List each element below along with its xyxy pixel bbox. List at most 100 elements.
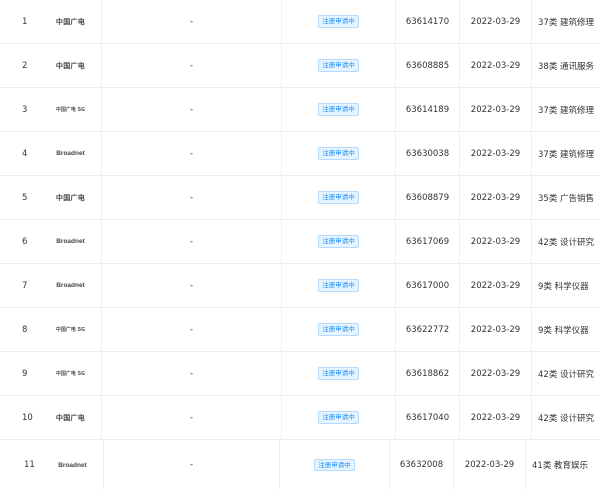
trademark-logo[interactable]: Broadnet: [40, 220, 102, 263]
logo-text-broadnet: Broadnet: [56, 150, 85, 157]
logo-text-cn: 中国广电: [55, 413, 86, 422]
trademark-logo[interactable]: 中国广电 5G: [40, 88, 102, 131]
trademark-class: 42类 设计研究: [538, 237, 595, 248]
table-row[interactable]: 9 中国广电 5G - 注册申请中 63618862 2022-03-29 42类 设计研究: [0, 352, 600, 396]
trademark-class: 37类 建筑修理: [538, 149, 595, 160]
status-cell: 注册申请中: [282, 352, 396, 395]
trademark-name: -: [102, 396, 282, 439]
status-badge: 注册申请中: [318, 15, 359, 28]
table-row[interactable]: 1 中国广电 - 注册申请中 63614170 2022-03-29 37类 建筑修理: [0, 0, 600, 44]
registration-number: 63617040: [396, 396, 460, 439]
status-badge: 注册申请中: [318, 323, 359, 336]
registration-number: 63617000: [396, 264, 460, 307]
trademark-logo[interactable]: 中国广电 5G: [40, 352, 102, 395]
registration-number: 63608879: [396, 176, 460, 219]
table-row[interactable]: 5 中国广电 - 注册申请中 63608879 2022-03-29 35类 广告销售: [0, 176, 600, 220]
application-date: 2022-03-29: [460, 308, 532, 351]
status-badge: 注册申请中: [314, 458, 355, 472]
application-date: 2022-03-29: [460, 176, 532, 219]
status-cell: 注册申请中: [282, 132, 396, 175]
application-date: 2022-03-29: [460, 396, 532, 439]
logo-text-broadnet: Broadnet: [58, 461, 87, 469]
logo-text-cn: 中国广电: [55, 17, 86, 26]
trademark-name: -: [102, 220, 282, 263]
logo-image-5g: 中国广电 5G: [55, 107, 86, 113]
trademark-name: -: [102, 176, 282, 219]
trademark-table: 1 中国广电 - 注册申请中 63614170 2022-03-29 37类 建筑修理 2 中国…: [0, 0, 600, 490]
application-date: 2022-03-29: [454, 440, 526, 490]
logo-text-cn: 中国广电: [55, 61, 86, 70]
trademark-name: -: [102, 88, 282, 131]
status-badge: 注册申请中: [318, 367, 359, 380]
registration-number: 63608885: [396, 44, 460, 87]
trademark-class: 9类 科学仪器: [538, 281, 589, 292]
trademark-logo[interactable]: 中国广电: [40, 44, 102, 87]
logo-image-5g: 中国广电 5G: [55, 327, 86, 333]
registration-number: 63632008: [390, 440, 454, 490]
table-row[interactable]: 7 Broadnet - 注册申请中 63617000 2022-03-29 9类 科学仪器: [0, 264, 600, 308]
application-date: 2022-03-29: [460, 352, 532, 395]
application-date: 2022-03-29: [460, 132, 532, 175]
trademark-name: -: [102, 308, 282, 351]
status-cell: 注册申请中: [282, 0, 396, 43]
status-cell: 注册申请中: [282, 176, 396, 219]
status-badge: 注册申请中: [318, 103, 359, 116]
trademark-class: 42类 设计研究: [538, 413, 595, 424]
application-date: 2022-03-29: [460, 220, 532, 263]
trademark-name: -: [102, 44, 282, 87]
trademark-class: 37类 建筑修理: [538, 17, 595, 28]
trademark-name: -: [102, 264, 282, 307]
trademark-logo[interactable]: 中国广电 5G: [40, 308, 102, 351]
status-cell: 注册申请中: [282, 220, 396, 263]
application-date: 2022-03-29: [460, 264, 532, 307]
logo-text-broadnet: Broadnet: [56, 282, 85, 289]
trademark-class: 41类 教育娱乐: [532, 461, 589, 471]
status-cell: 注册申请中: [280, 440, 390, 490]
table-row[interactable]: 6 Broadnet - 注册申请中 63617069 2022-03-29 42类 设计研…: [0, 220, 600, 264]
trademark-logo[interactable]: Broadnet: [40, 132, 102, 175]
status-badge: 注册申请中: [318, 147, 359, 160]
trademark-class: 42类 设计研究: [538, 369, 595, 380]
table-row[interactable]: 11 Broadnet - 注册申请中 63632008 2022-03-29 41类 教育…: [0, 440, 600, 490]
trademark-logo[interactable]: Broadnet: [42, 440, 104, 490]
status-cell: 注册申请中: [282, 308, 396, 351]
table-row[interactable]: 10 中国广电 - 注册申请中 63617040 2022-03-29 42类 设计研究: [0, 396, 600, 440]
logo-text-cn: 中国广电: [55, 193, 86, 202]
trademark-logo[interactable]: 中国广电: [40, 176, 102, 219]
status-cell: 注册申请中: [282, 44, 396, 87]
registration-number: 63630038: [396, 132, 460, 175]
status-badge: 注册申请中: [318, 411, 359, 424]
trademark-logo[interactable]: 中国广电: [40, 396, 102, 439]
application-date: 2022-03-29: [460, 44, 532, 87]
registration-number: 63614170: [396, 0, 460, 43]
status-badge: 注册申请中: [318, 191, 359, 204]
trademark-class: 38类 通讯服务: [538, 61, 595, 72]
status-cell: 注册申请中: [282, 88, 396, 131]
status-cell: 注册申请中: [282, 264, 396, 307]
application-date: 2022-03-29: [460, 88, 532, 131]
table-row[interactable]: 3 中国广电 5G - 注册申请中 63614189 2022-03-29 37类 建筑修理: [0, 88, 600, 132]
trademark-name: -: [104, 440, 280, 490]
row-number: 11: [24, 460, 35, 470]
registration-number: 63617069: [396, 220, 460, 263]
trademark-class: 9类 科学仪器: [538, 325, 589, 336]
table-row[interactable]: 8 中国广电 5G - 注册申请中 63622772 2022-03-29 9类 科学仪器: [0, 308, 600, 352]
trademark-class: 37类 建筑修理: [538, 105, 595, 116]
registration-number: 63618862: [396, 352, 460, 395]
table-row[interactable]: 2 中国广电 - 注册申请中 63608885 2022-03-29 38类 通讯服务: [0, 44, 600, 88]
logo-text-broadnet: Broadnet: [56, 238, 85, 245]
trademark-name: -: [102, 0, 282, 43]
trademark-class: 35类 广告销售: [538, 193, 595, 204]
table-row[interactable]: 4 Broadnet - 注册申请中 63630038 2022-03-29 37类 建筑修…: [0, 132, 600, 176]
trademark-name: -: [102, 352, 282, 395]
application-date: 2022-03-29: [460, 0, 532, 43]
registration-number: 63614189: [396, 88, 460, 131]
status-cell: 注册申请中: [282, 396, 396, 439]
trademark-logo[interactable]: Broadnet: [40, 264, 102, 307]
status-badge: 注册申请中: [318, 279, 359, 292]
trademark-name: -: [102, 132, 282, 175]
logo-image-5g: 中国广电 5G: [55, 371, 86, 377]
registration-number: 63622772: [396, 308, 460, 351]
status-badge: 注册申请中: [318, 235, 359, 248]
trademark-logo[interactable]: 中国广电: [40, 0, 102, 43]
